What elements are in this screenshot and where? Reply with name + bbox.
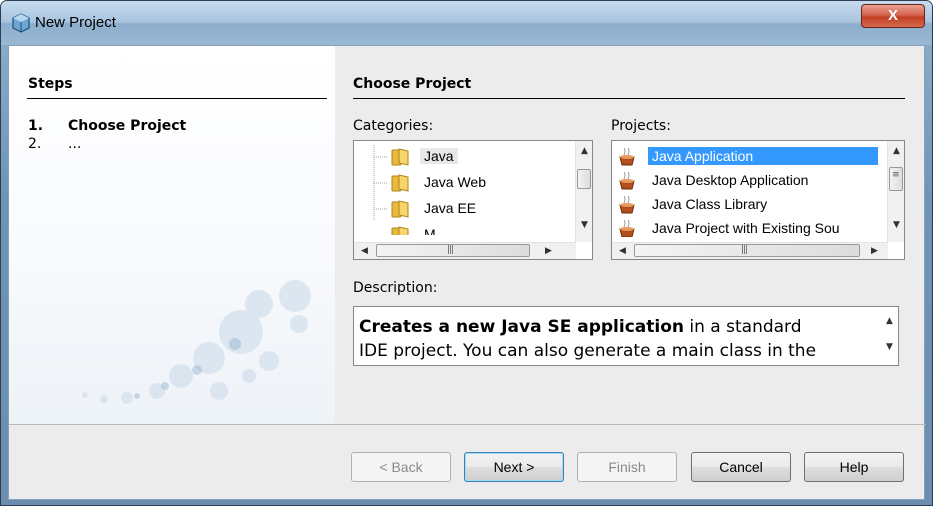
folder-icon [391, 148, 409, 166]
step-label: ... [68, 136, 82, 152]
project-item-label: Java Class Library [652, 196, 768, 212]
folder-icon [391, 200, 409, 218]
scroll-thumb[interactable]: ||| [376, 244, 530, 257]
steps-title: Steps [28, 76, 73, 92]
tree-item-label: Java EE [424, 200, 477, 216]
grip-icon: ≡ [892, 170, 900, 180]
scroll-down-icon[interactable]: ▼ [881, 339, 898, 356]
cancel-button[interactable]: Cancel [691, 452, 791, 482]
projects-horizontal-scrollbar[interactable]: ◀ ||| ▶ [612, 242, 888, 259]
tree-item-partial[interactable]: M... [372, 223, 522, 235]
categories-label: Categories: [353, 118, 434, 134]
scroll-left-icon[interactable]: ◀ [356, 243, 373, 259]
coffee-cup-icon [619, 219, 635, 237]
scroll-up-icon[interactable]: ▲ [576, 143, 592, 160]
description-rest: in a standard [684, 317, 802, 337]
coffee-cup-icon [619, 147, 635, 166]
projects-vertical-scrollbar[interactable]: ▲ ≡ ▼ [887, 141, 904, 242]
help-button[interactable]: Help [804, 452, 904, 482]
coffee-cup-icon [619, 171, 635, 190]
close-button[interactable]: X [861, 4, 925, 28]
steps-panel: Steps 1. Choose Project 2.... [9, 46, 335, 424]
description-label: Description: [353, 280, 438, 296]
project-item-java-class-library[interactable]: Java Class Library [612, 193, 888, 217]
scroll-left-icon[interactable]: ◀ [614, 243, 631, 259]
categories-vertical-scrollbar[interactable]: ▲ ▼ [575, 141, 592, 242]
step-choose-project: 1. Choose Project [28, 118, 186, 134]
step-next: 2.... [28, 136, 81, 152]
new-project-dialog: New Project X Steps 1. Choose Project 2.… [0, 0, 933, 506]
tree-item-label: Java [420, 148, 458, 164]
description-scrollbar[interactable]: ▲ ▼ [881, 307, 898, 365]
netbeans-cube-icon [12, 13, 30, 33]
tree-item-java-ee[interactable]: Java EE [372, 193, 522, 221]
title-bar[interactable]: New Project X [1, 1, 932, 45]
project-item-java-desktop-application[interactable]: Java Desktop Application [612, 169, 888, 193]
section-title: Choose Project [353, 76, 472, 92]
scroll-thumb[interactable]: ≡ [889, 167, 903, 191]
finish-button[interactable]: Finish [577, 452, 677, 482]
step-number: 2. [28, 136, 42, 152]
project-item-java-application[interactable]: Java Application [612, 145, 888, 169]
section-divider [353, 98, 905, 99]
categories-horizontal-scrollbar[interactable]: ◀ ||| ▶ [354, 242, 576, 259]
scroll-right-icon[interactable]: ▶ [866, 243, 883, 259]
step-label: Choose Project [68, 118, 187, 134]
categories-tree[interactable]: Java Java Web Java EE M... ▲ ▼ ◀ ||| ▶ [353, 140, 593, 260]
scroll-down-icon[interactable]: ▼ [576, 217, 592, 234]
scroll-up-icon[interactable]: ▲ [888, 143, 904, 160]
tree-item-label: Java Web [424, 174, 486, 190]
main-panel: Choose Project Categories: Java Java Web [353, 46, 923, 424]
folder-icon [391, 174, 409, 192]
scroll-thumb[interactable] [577, 169, 591, 189]
projects-list[interactable]: Java Application Java Desktop Applicatio… [611, 140, 905, 260]
tree-item-java[interactable]: Java [372, 145, 472, 169]
project-item-java-project-existing-sources[interactable]: Java Project with Existing Sou [612, 217, 888, 237]
description-box: Creates a new Java SE application in a s… [353, 306, 899, 366]
dialog-body: Steps 1. Choose Project 2.... Choose Proj… [8, 45, 926, 500]
projects-label: Projects: [611, 118, 671, 134]
grip-icon: ||| [447, 245, 454, 255]
scroll-down-icon[interactable]: ▼ [888, 217, 904, 234]
scroll-up-icon[interactable]: ▲ [881, 313, 898, 330]
description-line2: IDE project. You can also generate a mai… [359, 341, 817, 361]
decorative-bubbles [82, 280, 311, 404]
footer-divider [9, 424, 926, 425]
tree-item-java-web[interactable]: Java Web [372, 167, 522, 195]
project-item-label: Java Desktop Application [652, 172, 809, 188]
project-item-label: Java Project with Existing Sou [652, 220, 840, 236]
scroll-right-icon[interactable]: ▶ [540, 243, 557, 259]
back-button[interactable]: < Back [351, 452, 451, 482]
grip-icon: ||| [741, 245, 748, 255]
description-bold: Creates a new Java SE application [359, 317, 684, 337]
coffee-cup-icon [619, 195, 635, 214]
next-button[interactable]: Next > [464, 452, 564, 482]
scroll-thumb[interactable]: ||| [634, 244, 860, 257]
description-text: Creates a new Java SE application in a s… [359, 315, 869, 363]
steps-divider [27, 98, 327, 99]
tree-item-label: M... [424, 226, 448, 235]
window-title: New Project [35, 14, 116, 31]
step-number: 1. [28, 118, 44, 134]
folder-icon [391, 226, 409, 235]
project-item-label: Java Application [648, 147, 878, 165]
